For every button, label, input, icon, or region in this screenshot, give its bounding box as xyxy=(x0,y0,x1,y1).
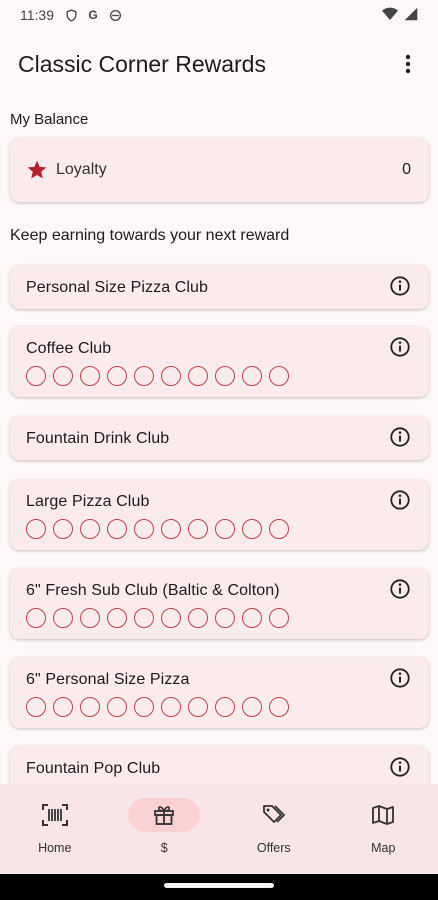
stamp-circle xyxy=(161,519,181,539)
stamp-circle xyxy=(269,519,289,539)
stamp-circle xyxy=(134,608,154,628)
info-icon[interactable] xyxy=(389,336,411,358)
stamp-circle xyxy=(26,366,46,386)
nav-offers-label: Offers xyxy=(256,841,291,855)
stamp-circle xyxy=(134,366,154,386)
app-status-icon xyxy=(108,8,122,22)
stamp-circle xyxy=(161,366,181,386)
overflow-menu-icon[interactable] xyxy=(396,52,420,76)
nav-rewards-label: $ xyxy=(160,841,168,855)
stamp-circle xyxy=(80,608,100,628)
star-icon xyxy=(27,160,47,179)
club-title: 6" Fresh Sub Club (Baltic & Colton) xyxy=(26,582,280,599)
gesture-handle[interactable] xyxy=(164,883,274,888)
map-icon xyxy=(372,805,395,825)
stamp-circle xyxy=(242,697,262,717)
stamp-row xyxy=(26,366,289,386)
stamp-circle xyxy=(134,519,154,539)
balance-value: 0 xyxy=(402,161,411,178)
info-icon[interactable] xyxy=(389,578,411,600)
stamp-circle xyxy=(107,519,127,539)
info-icon[interactable] xyxy=(389,489,411,511)
stamp-circle xyxy=(107,608,127,628)
club-card[interactable]: Large Pizza Club xyxy=(10,479,429,550)
stamp-circle xyxy=(161,608,181,628)
stamp-circle xyxy=(215,608,235,628)
stamp-circle xyxy=(26,697,46,717)
info-icon[interactable] xyxy=(389,667,411,689)
stamp-circle xyxy=(53,519,73,539)
stamp-circle xyxy=(53,697,73,717)
stamp-circle xyxy=(53,366,73,386)
bottom-navigation: Home $ Offers Map xyxy=(0,784,438,874)
club-card[interactable]: Fountain Drink Club xyxy=(10,416,429,460)
stamp-circle xyxy=(53,608,73,628)
club-card[interactable]: Coffee Club xyxy=(10,326,429,397)
stamp-circle xyxy=(188,519,208,539)
balance-card[interactable]: Loyalty 0 xyxy=(10,138,429,202)
balance-label: Loyalty xyxy=(56,161,107,178)
app-bar: Classic Corner Rewards xyxy=(0,30,438,98)
stamp-row xyxy=(26,697,289,717)
nav-rewards-indicator xyxy=(128,798,201,832)
nav-map-label: Map xyxy=(371,841,396,855)
app-title: Classic Corner Rewards xyxy=(18,50,266,77)
status-bar: 11:39 G xyxy=(0,0,438,30)
gift-icon xyxy=(154,806,175,825)
wifi-icon xyxy=(382,7,398,24)
stamp-circle xyxy=(26,608,46,628)
stamp-circle xyxy=(242,519,262,539)
stamp-circle xyxy=(269,366,289,386)
stamp-circle xyxy=(134,697,154,717)
club-card[interactable]: Personal Size Pizza Club xyxy=(10,265,429,309)
nav-home-indicator xyxy=(19,798,91,832)
stamp-circle xyxy=(80,697,100,717)
club-title: 6" Personal Size Pizza xyxy=(26,671,190,688)
signal-icon xyxy=(404,7,418,24)
stamp-circle xyxy=(269,608,289,628)
info-icon[interactable] xyxy=(389,756,411,778)
nav-home-label: Home xyxy=(38,841,72,855)
club-title: Coffee Club xyxy=(26,340,112,357)
tag-icon xyxy=(262,805,285,823)
stamp-circle xyxy=(269,697,289,717)
stamp-circle xyxy=(80,519,100,539)
stamp-circle xyxy=(215,519,235,539)
stamp-circle xyxy=(26,519,46,539)
club-title: Large Pizza Club xyxy=(26,493,150,510)
nav-home[interactable]: Home xyxy=(10,798,100,874)
stamp-circle xyxy=(242,608,262,628)
info-icon[interactable] xyxy=(389,275,411,297)
stamp-circle xyxy=(107,366,127,386)
nav-map[interactable]: Map xyxy=(338,798,428,874)
nav-offers[interactable]: Offers xyxy=(229,798,319,874)
stamp-circle xyxy=(215,366,235,386)
stamp-circle xyxy=(80,366,100,386)
club-title: Fountain Drink Club xyxy=(26,430,170,447)
stamp-row xyxy=(26,519,289,539)
stamp-circle xyxy=(188,697,208,717)
balance-section-label: My Balance xyxy=(10,111,89,128)
barcode-scan-icon xyxy=(41,804,68,826)
stamp-circle xyxy=(188,366,208,386)
club-title: Personal Size Pizza Club xyxy=(26,279,209,296)
stamp-circle xyxy=(242,366,262,386)
shield-icon xyxy=(64,8,78,22)
gesture-bar xyxy=(0,874,438,900)
club-card[interactable]: 6" Personal Size Pizza xyxy=(10,657,429,728)
nav-rewards[interactable]: $ xyxy=(119,798,209,874)
stamp-circle xyxy=(215,697,235,717)
stamp-circle xyxy=(107,697,127,717)
earning-section-label: Keep earning towards your next reward xyxy=(10,227,290,244)
club-title: Fountain Pop Club xyxy=(26,760,161,777)
stamp-row xyxy=(26,608,289,628)
stamp-circle xyxy=(188,608,208,628)
nav-map-indicator xyxy=(347,798,419,832)
info-icon[interactable] xyxy=(389,426,411,448)
nav-offers-indicator xyxy=(238,798,310,832)
club-card[interactable]: 6" Fresh Sub Club (Baltic & Colton) xyxy=(10,568,429,639)
google-icon: G xyxy=(88,8,98,22)
status-time: 11:39 xyxy=(20,7,54,23)
stamp-circle xyxy=(161,697,181,717)
